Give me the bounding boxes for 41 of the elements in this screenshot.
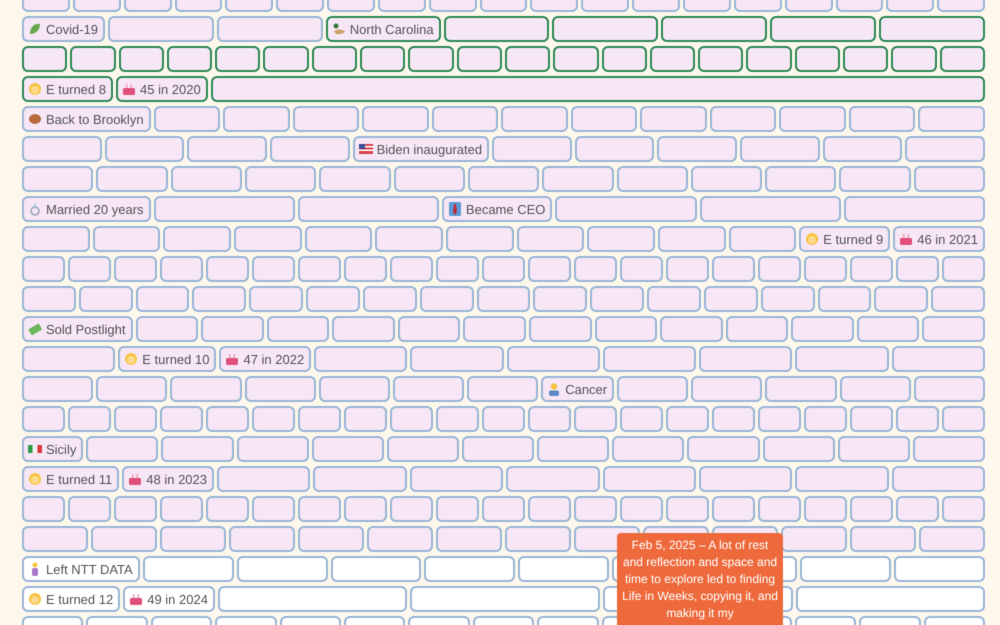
event-label: E turned 9 [823, 232, 884, 246]
event-label: North Carolina [350, 22, 434, 36]
event-week[interactable]: E turned 11 [22, 466, 120, 492]
event-week[interactable]: E turned 9 [799, 226, 890, 252]
event-week[interactable]: Married 20 years [22, 196, 151, 222]
event-label: E turned 11 [46, 472, 112, 486]
event-label: Sold Postlight [46, 322, 126, 336]
event-label: E turned 12 [46, 592, 114, 606]
event-week[interactable]: E turned 8 [22, 76, 113, 102]
event-week[interactable]: 48 in 2023 [122, 466, 214, 492]
event-label: E turned 10 [142, 352, 210, 366]
event-label: Became CEO [466, 202, 546, 216]
event-label: 49 in 2024 [147, 592, 208, 606]
event-week[interactable]: 49 in 2024 [123, 586, 215, 612]
event-week[interactable]: 46 in 2021 [893, 226, 985, 252]
event-week[interactable]: Covid-19 [22, 16, 106, 42]
event-week[interactable]: 45 in 2020 [116, 76, 208, 102]
event-label: 45 in 2020 [140, 82, 201, 96]
event-week[interactable]: 47 in 2022 [219, 346, 312, 372]
event-label: Covid-19 [46, 22, 98, 36]
event-label: E turned 8 [46, 82, 106, 96]
event-label: Sicily [46, 442, 76, 456]
event-label: 48 in 2023 [146, 472, 207, 486]
event-week[interactable]: Biden inaugurated [352, 136, 490, 162]
event-week[interactable]: North Carolina [326, 16, 441, 42]
event-week[interactable]: Became CEO [442, 196, 552, 222]
event-week[interactable]: Left NTT DATA [22, 556, 140, 582]
event-week[interactable]: Sicily [22, 436, 84, 462]
event-label: Biden inaugurated [376, 142, 482, 156]
tooltip: Feb 5, 2025 – A lot of rest and reflection and space and time to explore led to finding Life in Weeks, copying it, and making it my [617, 533, 783, 625]
event-label: Cancer [565, 382, 608, 396]
event-label: Back to Brooklyn [46, 112, 144, 126]
event-week[interactable]: E turned 10 [118, 346, 216, 372]
event-label: Married 20 years [46, 202, 144, 216]
event-week[interactable]: Cancer [541, 376, 614, 402]
event-label: Left NTT DATA [46, 562, 133, 576]
event-label: 47 in 2022 [243, 352, 304, 366]
event-week[interactable]: E turned 12 [22, 586, 120, 612]
event-week[interactable]: Sold Postlight [22, 316, 132, 342]
event-label: 46 in 2021 [917, 232, 978, 246]
event-week[interactable]: Back to Brooklyn [22, 106, 151, 132]
